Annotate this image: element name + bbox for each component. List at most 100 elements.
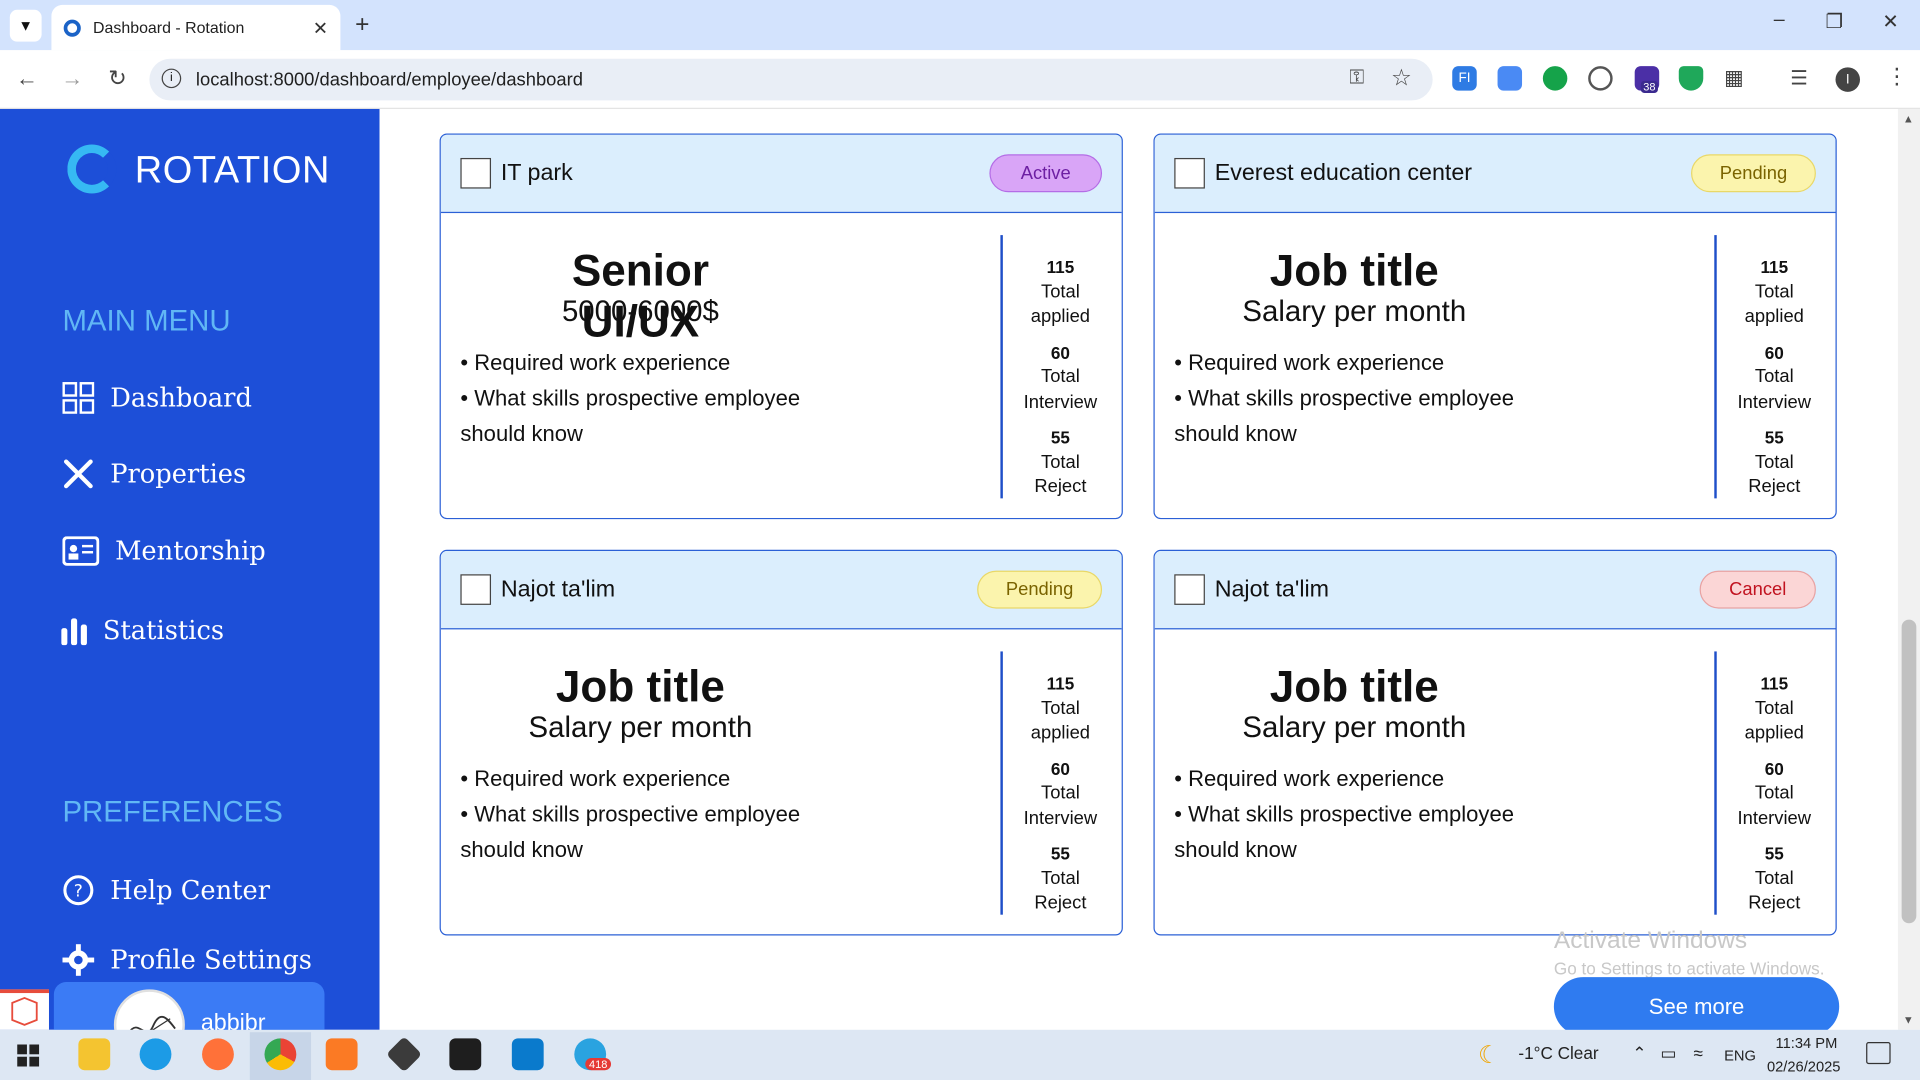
restore-icon[interactable]: ❐ — [1820, 10, 1849, 34]
reject-label: Total — [1754, 451, 1794, 473]
interview-label: Total — [1041, 366, 1080, 387]
job-title: Job title — [1269, 244, 1439, 296]
extension-circle-icon[interactable] — [1588, 66, 1613, 91]
grammarly-icon[interactable] — [1542, 66, 1568, 91]
main-menu-title: MAIN MENU — [62, 304, 231, 338]
see-more-button[interactable]: See more — [1553, 977, 1840, 1036]
requirement-item: • Required work experience — [1174, 766, 1445, 792]
card-header: Najot ta'lim Pending — [440, 551, 1122, 630]
requirements: • Required work experience • What skills… — [1174, 762, 1578, 869]
sidebar-item-mentorship[interactable]: Mentorship — [61, 534, 266, 568]
battery-icon[interactable]: ▭ — [1660, 1043, 1676, 1064]
language-indicator[interactable]: ENG — [1724, 1047, 1756, 1064]
interview-count: 60 — [1050, 342, 1070, 362]
presentation-icon — [61, 534, 100, 568]
sidebar-item-dashboard[interactable]: Dashboard — [61, 381, 252, 415]
card-header: Everest education center Pending — [1154, 134, 1836, 214]
sidebar-item-label: Mentorship — [115, 536, 266, 566]
close-tab-icon[interactable]: ✕ — [313, 17, 328, 39]
browser-tab[interactable]: Dashboard - Rotation ✕ — [51, 4, 341, 51]
job-title: Job title — [1269, 661, 1439, 712]
requirement-item: • What skills prospective employee shoul… — [1174, 802, 1514, 863]
translate-icon[interactable] — [1497, 66, 1523, 91]
scroll-down-icon[interactable]: ▼ — [1903, 1014, 1914, 1026]
url-text: localhost:8000/dashboard/employee/dashbo… — [195, 69, 583, 91]
tray-chevron-icon[interactable]: ⌃ — [1632, 1043, 1646, 1064]
card-checkbox[interactable] — [460, 157, 492, 189]
sidebar-item-properties[interactable]: Properties — [61, 457, 246, 491]
vscode-icon[interactable] — [511, 1038, 544, 1071]
window-close-icon[interactable]: ✕ — [1876, 10, 1905, 34]
clock-time[interactable]: 11:34 PM — [1776, 1035, 1838, 1052]
wifi-icon[interactable]: ≈ — [1693, 1043, 1702, 1063]
weather-text[interactable]: -1°C Clear — [1518, 1043, 1598, 1063]
file-explorer-icon[interactable] — [78, 1038, 111, 1071]
sidebar-item-statistics[interactable]: Statistics — [61, 613, 224, 647]
forward-icon[interactable]: → — [58, 66, 87, 92]
bookmark-star-icon[interactable]: ☆ — [1391, 65, 1412, 93]
applied-label: Total — [1041, 697, 1080, 719]
reload-icon[interactable]: ↻ — [103, 66, 132, 92]
tab-title: Dashboard - Rotation — [93, 18, 245, 37]
salary: Salary per month — [1242, 711, 1467, 745]
activation-watermark-title: Activate Windows — [1553, 926, 1748, 954]
xampp-icon[interactable] — [325, 1038, 358, 1071]
clock-date[interactable]: 02/26/2025 — [1767, 1058, 1841, 1075]
job-card: Najot ta'lim Pending Job title Salary pe… — [439, 549, 1123, 936]
sidebar-item-help-center[interactable]: ? Help Center — [61, 873, 270, 907]
stats-column: 115 Total applied 60 Total Interview 55 Total… — [1011, 671, 1109, 926]
applied-count: 115 — [1046, 673, 1075, 694]
reject-count: 55 — [1050, 427, 1070, 447]
grid-icon — [61, 381, 95, 415]
card-checkbox[interactable] — [460, 574, 492, 605]
divider — [1000, 651, 1003, 915]
card-header: IT park Active — [440, 134, 1122, 214]
gear-icon — [61, 943, 95, 977]
reject-count: 55 — [1764, 427, 1784, 447]
firefox-icon[interactable] — [202, 1038, 234, 1071]
stats-column: 115 Total applied 60 Total Interview 55 Total… — [1725, 255, 1823, 510]
site-info-icon[interactable]: i — [161, 68, 182, 89]
back-icon[interactable]: ← — [12, 66, 41, 92]
applied-count: 115 — [1046, 257, 1075, 277]
requirements: • Required work experience • What skills… — [460, 762, 864, 869]
reject-label: Reject — [1748, 476, 1801, 498]
media-icon[interactable]: ☰ — [1790, 66, 1808, 90]
extensions-puzzle-icon[interactable]: ▦ — [1724, 66, 1744, 90]
laravel-debugbar-icon[interactable] — [0, 989, 49, 1030]
reject-label: Total — [1041, 451, 1080, 473]
weather-moon-icon[interactable]: ☾ — [1478, 1040, 1500, 1071]
start-icon[interactable] — [17, 1044, 40, 1072]
divider — [1714, 651, 1717, 915]
profile-avatar-icon[interactable]: I — [1835, 67, 1861, 92]
notification-icon[interactable] — [1866, 1042, 1891, 1065]
card-checkbox[interactable] — [1174, 157, 1205, 189]
scrollbar-thumb[interactable] — [1901, 619, 1917, 924]
company-name: IT park — [500, 159, 573, 186]
bar-chart-icon — [61, 613, 88, 647]
terminal-icon[interactable] — [449, 1038, 482, 1071]
password-key-icon[interactable]: ⚿ — [1349, 67, 1364, 89]
reject-label: Reject — [1034, 892, 1087, 914]
browser-menu-icon[interactable]: ⋮ — [1886, 64, 1908, 90]
requirement-item: • Required work experience — [1174, 350, 1445, 375]
applied-label: applied — [1030, 306, 1091, 327]
tab-list-button[interactable]: ▼ — [9, 9, 42, 42]
requirement-item: • What skills prospective employee shoul… — [460, 802, 801, 863]
sidebar-item-profile-settings[interactable]: Profile Settings — [61, 943, 312, 977]
card-checkbox[interactable] — [1174, 574, 1205, 605]
chrome-icon[interactable] — [264, 1038, 297, 1071]
interview-label: Total — [1754, 366, 1794, 387]
sidebar-item-label: Properties — [110, 459, 247, 489]
company-name: Everest education center — [1214, 159, 1473, 186]
extension-fi-icon[interactable]: FI — [1452, 66, 1477, 91]
job-card: Everest education center Pending Job tit… — [1153, 133, 1837, 520]
applied-label: applied — [1744, 306, 1804, 327]
telegram-badge: 418 — [585, 1057, 612, 1071]
minimize-icon[interactable]: – — [1764, 10, 1793, 32]
shield-icon[interactable] — [1678, 66, 1704, 91]
edge-icon[interactable] — [139, 1038, 172, 1071]
url-bar[interactable]: localhost:8000/dashboard/employee/dashbo… — [149, 58, 1433, 101]
new-tab-button[interactable]: + — [355, 11, 369, 39]
scroll-up-icon[interactable]: ▲ — [1903, 113, 1914, 125]
